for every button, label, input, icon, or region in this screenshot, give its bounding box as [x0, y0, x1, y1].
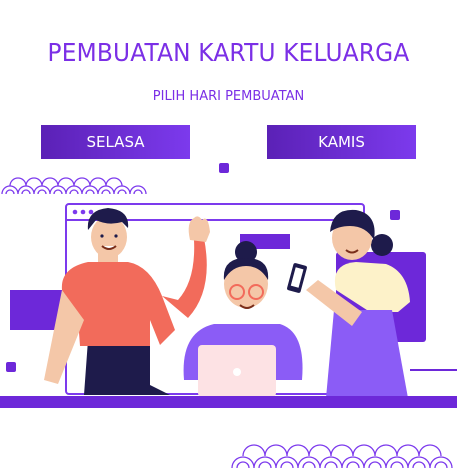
scallop-pattern-left	[1, 177, 147, 195]
selasa-button[interactable]: SELASA	[41, 125, 190, 159]
people-illustration	[0, 163, 457, 469]
page-title: PEMBUATAN KARTU KELUARGA	[47, 38, 410, 67]
accent-square	[390, 210, 400, 220]
page-subtitle: PILIH HARI PEMBUATAN	[152, 89, 305, 104]
accent-square	[219, 163, 229, 173]
accent-square	[6, 362, 16, 372]
kamis-button[interactable]: KAMIS	[267, 125, 416, 159]
desk	[0, 396, 457, 408]
scallop-pattern-right	[231, 444, 453, 469]
